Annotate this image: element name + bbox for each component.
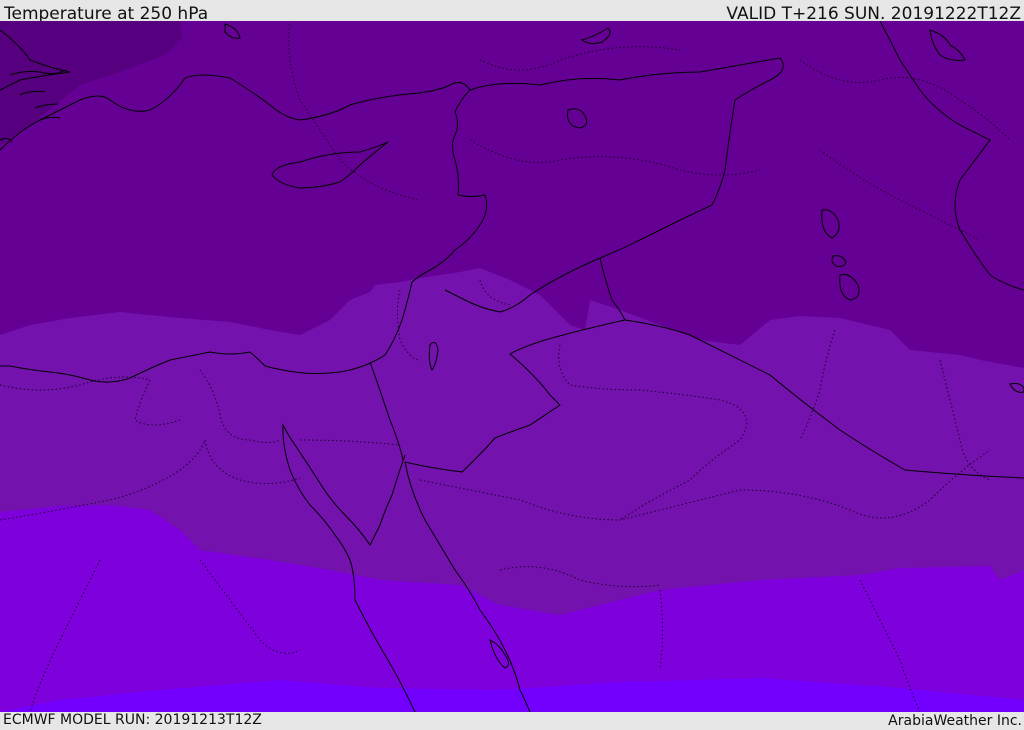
footer-bar: ECMWF MODEL RUN: 20191213T12Z ArabiaWeat… — [0, 712, 1024, 729]
credit-label: ArabiaWeather Inc. — [888, 713, 1022, 729]
temperature-map[interactable] — [0, 21, 1024, 712]
map-canvas — [0, 21, 1024, 712]
model-run-label: ECMWF MODEL RUN: 20191213T12Z — [3, 712, 262, 728]
header-bar: Temperature at 250 hPa VALID T+216 SUN. … — [0, 0, 1024, 24]
